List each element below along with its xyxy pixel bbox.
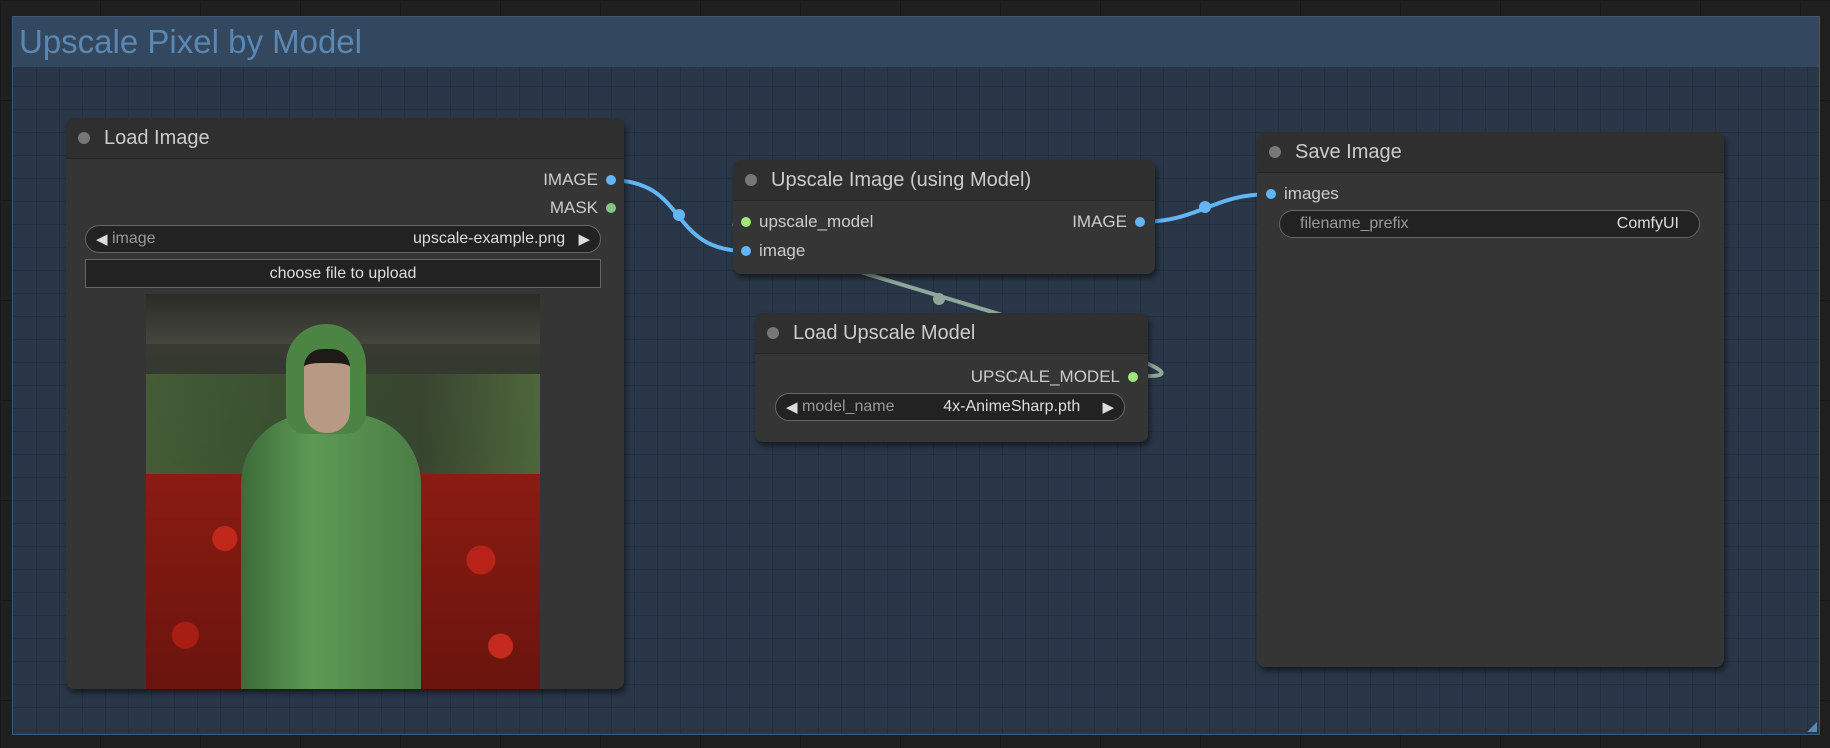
output-upscale-model[interactable]: UPSCALE_MODEL	[971, 367, 1138, 387]
input-image[interactable]: image	[741, 241, 805, 261]
output-image[interactable]: IMAGE	[1072, 212, 1145, 232]
image-combo[interactable]: ◀ image upscale-example.png ▶	[85, 225, 601, 253]
upload-button[interactable]: choose file to upload	[85, 259, 601, 288]
left-arrow-icon[interactable]: ◀	[96, 230, 108, 248]
node-title-text: Save Image	[1295, 140, 1402, 163]
slot-label: image	[759, 241, 806, 260]
node-title[interactable]: Save Image	[1257, 132, 1724, 173]
slot-label: IMAGE	[1072, 212, 1127, 231]
link-midpoint	[933, 293, 945, 305]
widget-label: filename_prefix	[1300, 215, 1409, 232]
slot-dot-icon[interactable]	[606, 203, 616, 213]
slot-label: images	[1284, 184, 1339, 203]
output-image[interactable]: IMAGE	[543, 170, 616, 190]
slot-label: MASK	[549, 198, 598, 217]
widget-value: upscale-example.png	[413, 230, 566, 247]
slot-dot-icon[interactable]	[1128, 372, 1138, 382]
right-arrow-icon[interactable]: ▶	[1102, 398, 1114, 416]
person-face	[304, 349, 350, 433]
right-arrow-icon[interactable]: ▶	[578, 230, 590, 248]
node-title-text: Load Upscale Model	[793, 321, 976, 344]
left-arrow-icon[interactable]: ◀	[786, 398, 798, 416]
collapse-dot-icon[interactable]	[745, 174, 757, 186]
collapse-dot-icon[interactable]	[767, 327, 779, 339]
widget-value: ComfyUI	[1616, 215, 1679, 232]
node-title-text: Upscale Image (using Model)	[771, 168, 1032, 191]
collapse-dot-icon[interactable]	[78, 132, 90, 144]
slot-label: IMAGE	[543, 170, 598, 189]
link-midpoint	[673, 209, 685, 221]
output-mask[interactable]: MASK	[550, 198, 616, 218]
input-upscale-model[interactable]: upscale_model	[741, 212, 873, 232]
node-title-text: Load Image	[104, 126, 210, 149]
node-title[interactable]: Upscale Image (using Model)	[733, 160, 1155, 201]
node-load-upscale-model[interactable]: Load Upscale Model UPSCALE_MODEL ◀ model…	[755, 313, 1148, 442]
link-midpoint	[1199, 201, 1211, 213]
slot-dot-icon[interactable]	[1266, 189, 1276, 199]
image-preview	[146, 294, 540, 689]
node-save-image[interactable]: Save Image images filename_prefix ComfyUI	[1257, 132, 1724, 667]
slot-label: upscale_model	[759, 212, 874, 231]
node-load-image[interactable]: Load Image IMAGE MASK ◀ image upscale-exa…	[66, 118, 624, 689]
filename-prefix-field[interactable]: filename_prefix ComfyUI	[1279, 210, 1700, 238]
model-name-combo[interactable]: ◀ model_name 4x-AnimeSharp.pth ▶	[775, 393, 1125, 421]
slot-dot-icon[interactable]	[741, 217, 751, 227]
widget-label: model_name	[802, 398, 895, 415]
widget-value: 4x-AnimeSharp.pth	[943, 398, 1081, 415]
node-title[interactable]: Load Image	[66, 118, 624, 159]
person-body	[241, 414, 421, 689]
slot-dot-icon[interactable]	[741, 246, 751, 256]
node-title[interactable]: Load Upscale Model	[755, 313, 1148, 354]
node-upscale-image[interactable]: Upscale Image (using Model) upscale_mode…	[733, 160, 1155, 274]
collapse-dot-icon[interactable]	[1269, 146, 1281, 158]
widget-label: image	[112, 230, 156, 247]
slot-label: UPSCALE_MODEL	[970, 367, 1120, 386]
slot-dot-icon[interactable]	[606, 175, 616, 185]
slot-dot-icon[interactable]	[1135, 217, 1145, 227]
input-images[interactable]: images	[1266, 184, 1339, 204]
